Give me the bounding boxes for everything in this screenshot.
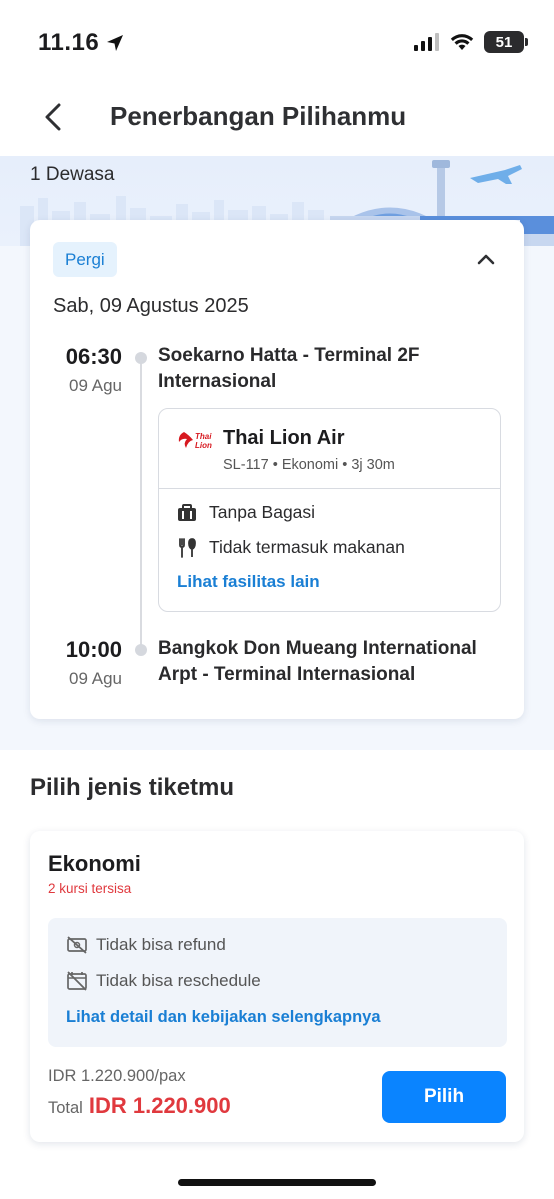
airline-detail-box: Thai Lion Thai Lion Air SL-117 • Ekonomi…: [158, 408, 501, 612]
arrival-dot: [135, 644, 147, 656]
chevron-up-icon: [477, 254, 495, 265]
app-header: Penerbangan Pilihanmu: [0, 80, 554, 156]
ticket-option-card: Ekonomi 2 kursi tersisa Tidak bisa refun…: [30, 831, 524, 1142]
total-label: Total: [48, 1099, 83, 1117]
timeline-line: [140, 358, 142, 648]
departure-time: 06:30: [65, 344, 122, 369]
status-time: 11.16: [38, 29, 125, 57]
see-other-facilities-link[interactable]: Lihat fasilitas lain: [177, 572, 320, 592]
baggage-icon: [177, 503, 197, 523]
departure-airport: Soekarno Hatta - Terminal 2F Internasion…: [158, 345, 420, 392]
policy-box: Tidak bisa refund Tidak bisa reschedule …: [48, 918, 507, 1047]
total-price: Total IDR 1.220.900: [48, 1093, 231, 1119]
logo-text-thai: Thai: [195, 432, 212, 441]
chevron-left-icon: [45, 103, 61, 131]
direction-badge: Pergi: [53, 242, 117, 277]
airline-name: Thai Lion Air: [223, 427, 345, 449]
flight-detail-card: Pergi Sab, 09 Agustus 2025 06:30 09 Agu …: [30, 220, 524, 719]
departure-dot: [135, 352, 147, 364]
policy-refund: Tidak bisa refund: [66, 935, 226, 955]
departure-date: 09 Agu: [69, 376, 122, 395]
flight-meta: SL-117 • Ekonomi • 3j 30m: [223, 457, 395, 473]
policy-reschedule-label: Tidak bisa reschedule: [96, 971, 261, 990]
status-icons: 51: [414, 31, 528, 53]
meal-icon: [177, 537, 197, 558]
total-value: IDR 1.220.900: [88, 1093, 231, 1118]
battery-icon: 51: [484, 31, 528, 53]
choose-button[interactable]: Pilih: [382, 1071, 506, 1123]
location-arrow-icon: [107, 35, 124, 51]
back-button[interactable]: [36, 98, 70, 136]
home-indicator: [178, 1179, 376, 1186]
status-time-text: 11.16: [38, 29, 100, 56]
no-refund-icon: [67, 936, 87, 954]
ticket-section-title: Pilih jenis tiketmu: [30, 774, 235, 801]
facility-meal: Tidak termasuk makanan: [177, 537, 405, 558]
arrival-date: 09 Agu: [69, 669, 122, 688]
facility-baggage: Tanpa Bagasi: [177, 502, 315, 523]
thai-lion-air-logo: Thai Lion: [178, 432, 212, 450]
logo-text-lion: Lion: [195, 441, 212, 450]
collapse-button[interactable]: [474, 248, 498, 272]
seats-remaining: 2 kursi tersisa: [48, 881, 132, 896]
arrival-time: 10:00: [65, 637, 122, 662]
cabin-class: Ekonomi: [48, 851, 141, 876]
facility-meal-label: Tidak termasuk makanan: [209, 537, 405, 557]
departure-time-block: 06:30 09 Agu: [42, 344, 122, 396]
wifi-icon: [450, 34, 474, 50]
no-reschedule-icon: [67, 971, 87, 991]
page-title: Penerbangan Pilihanmu: [110, 101, 407, 131]
facility-baggage-label: Tanpa Bagasi: [209, 502, 316, 522]
arrival-time-block: 10:00 09 Agu: [42, 637, 122, 689]
status-bar: 11.16 51: [0, 0, 554, 80]
policy-details-link[interactable]: Lihat detail dan kebijakan selengkapnya: [66, 1008, 381, 1027]
passenger-count: 1 Dewasa: [30, 164, 115, 185]
arrival-airport: Bangkok Don Mueang International Arpt - …: [158, 638, 477, 685]
battery-level: 51: [495, 33, 513, 51]
cellular-signal-icon: [414, 33, 439, 51]
airline-header: Thai Lion Thai Lion Air SL-117 • Ekonomi…: [159, 409, 500, 489]
flight-date: Sab, 09 Agustus 2025: [53, 295, 249, 317]
policy-refund-label: Tidak bisa refund: [96, 935, 226, 954]
policy-reschedule: Tidak bisa reschedule: [66, 971, 261, 991]
price-per-pax: IDR 1.220.900/pax: [48, 1067, 186, 1085]
